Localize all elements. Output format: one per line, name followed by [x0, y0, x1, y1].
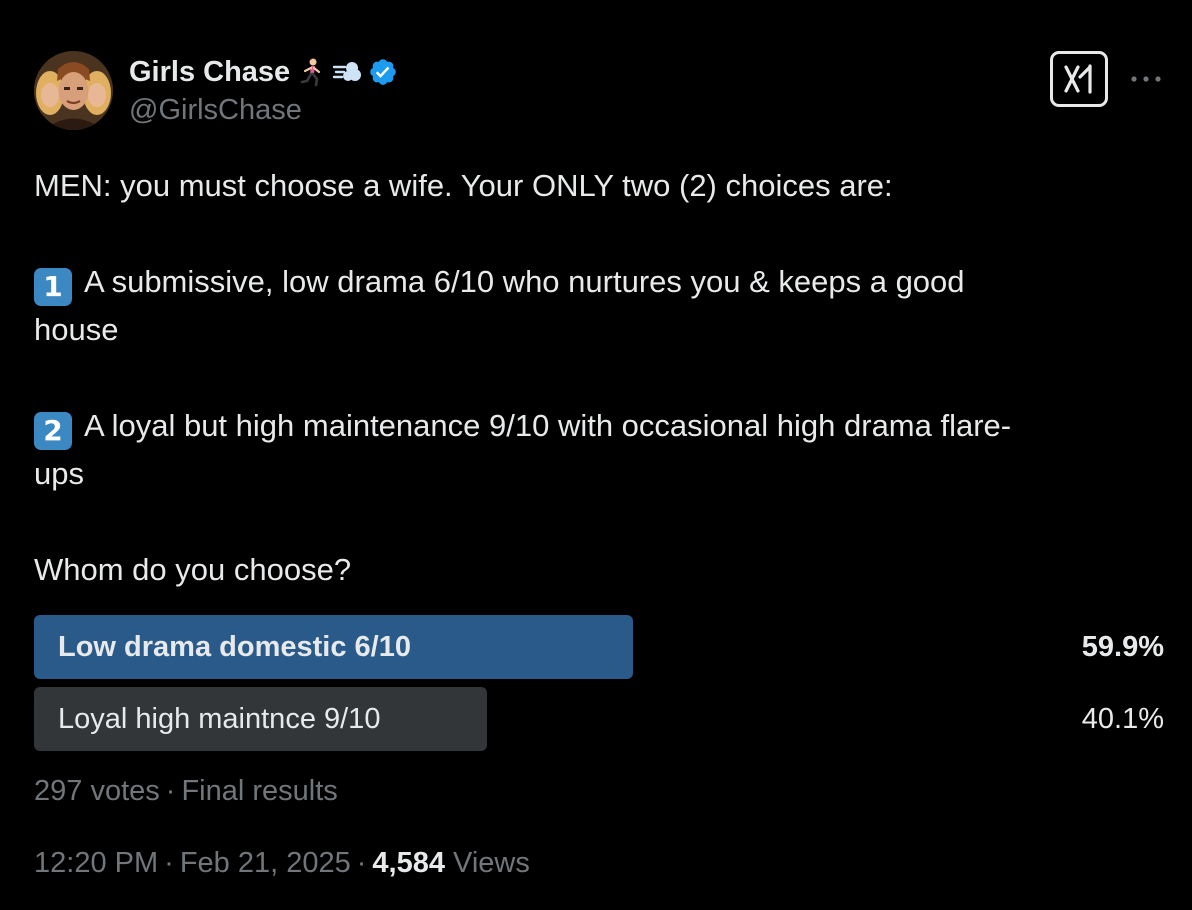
- poll-option-label: Loyal high maintnce 9/10: [58, 703, 381, 735]
- woman-running-icon: [296, 57, 326, 87]
- tweet-text: MEN: you must choose a wife. Your ONLY t…: [34, 162, 1164, 594]
- tweet-option-2-line-2: ups: [34, 456, 84, 491]
- tweet-question: Whom do you choose?: [34, 552, 352, 587]
- views-count[interactable]: 4,584: [372, 847, 445, 879]
- more-options-button[interactable]: [1128, 62, 1164, 96]
- author-name-row: Girls Chase: [129, 54, 398, 90]
- tweet-option-2-line-1: 2 A loyal but high maintenance 9/10 with …: [34, 402, 1164, 450]
- tweet-time[interactable]: 12:20 PM: [34, 847, 158, 879]
- author-name[interactable]: Girls Chase: [129, 56, 290, 89]
- separator: ·: [164, 847, 174, 879]
- avatar[interactable]: [34, 51, 113, 130]
- tweet-card: Girls Chase @GirlsChase MEN: you must ch…: [0, 0, 1192, 910]
- poll-option-label: Low drama domestic 6/10: [58, 631, 411, 663]
- tweet-option-1-line-1: 1 A submissive, low drama 6/10 who nurtur…: [34, 258, 1164, 306]
- poll: Low drama domestic 6/10 59.9% Loyal high…: [34, 615, 1164, 759]
- grok-icon: [1064, 64, 1092, 94]
- poll-option: Low drama domestic 6/10 59.9%: [34, 615, 1164, 679]
- keycap-1-icon: 1: [34, 268, 72, 306]
- tweet-metadata: 12:20 PM · Feb 21, 2025 · 4,584 Views: [34, 847, 530, 880]
- views-label[interactable]: Views: [453, 847, 530, 879]
- tweet-intro: MEN: you must choose a wife. Your ONLY t…: [34, 168, 893, 203]
- avatar-image: [34, 51, 113, 130]
- verified-badge-icon[interactable]: [368, 57, 398, 87]
- keycap-2-icon: 2: [34, 412, 72, 450]
- poll-option: Loyal high maintnce 9/10 40.1%: [34, 687, 1164, 751]
- grok-button[interactable]: [1050, 51, 1108, 107]
- author-handle[interactable]: @GirlsChase: [129, 94, 302, 127]
- poll-option-percent: 59.9%: [1081, 631, 1164, 663]
- poll-summary: 297 votes · Final results: [34, 775, 338, 808]
- dash-icon: [332, 57, 362, 87]
- separator: ·: [165, 775, 176, 807]
- more-icon: [1131, 76, 1161, 82]
- tweet-date[interactable]: Feb 21, 2025: [180, 847, 351, 879]
- poll-votes: 297 votes: [34, 775, 160, 807]
- tweet-option-1-line-2: house: [34, 312, 119, 347]
- tweet-option-2-text: A loyal but high maintenance 9/10 with o…: [84, 408, 1012, 443]
- separator: ·: [356, 847, 367, 879]
- poll-option-percent: 40.1%: [1081, 703, 1164, 735]
- poll-status: Final results: [181, 775, 338, 807]
- tweet-option-1-text: A submissive, low drama 6/10 who nurture…: [84, 264, 965, 299]
